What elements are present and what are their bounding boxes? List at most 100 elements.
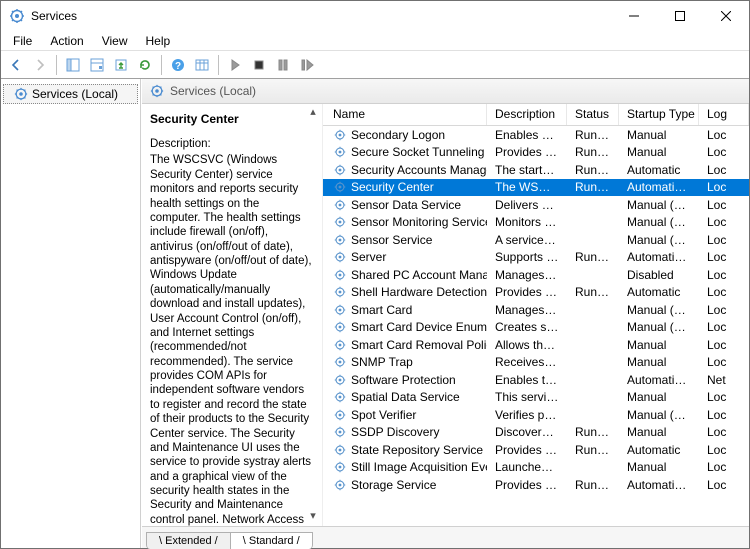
service-row[interactable]: Spot VerifierVerifies pote...Manual (Tri… [323,406,749,424]
service-row[interactable]: SSDP DiscoveryDiscovers n...RunningManua… [323,424,749,442]
gear-icon [333,285,347,299]
service-logon: Loc [699,443,749,457]
service-row[interactable]: State Repository ServiceProvides re...Ru… [323,441,749,459]
back-button[interactable] [5,54,27,76]
service-description: Enables the ... [487,373,567,387]
gear-icon [333,198,347,212]
view-columns-button[interactable] [191,54,213,76]
service-name: Software Protection [351,373,456,387]
service-row[interactable]: Secure Socket Tunneling Pr...Provides su… [323,144,749,162]
gear-icon [333,478,347,492]
service-row[interactable]: Shared PC Account ManagerManages pr...Di… [323,266,749,284]
service-startup: Disabled [619,268,699,282]
column-name[interactable]: Name [323,104,487,125]
service-row[interactable]: Smart CardManages ac...Manual (Trig...Lo… [323,301,749,319]
gear-icon [333,268,347,282]
service-startup: Automatic (... [619,373,699,387]
forward-button[interactable] [29,54,51,76]
service-description: Provides no... [487,285,567,299]
column-description[interactable]: Description [487,104,567,125]
gear-icon [333,250,347,264]
tab-extended[interactable]: \ Extended / [146,532,230,549]
show-hide-tree-button[interactable] [62,54,84,76]
service-name: Sensor Service [351,233,432,247]
service-name: Still Image Acquisition Events [351,460,487,474]
service-logon: Loc [699,180,749,194]
service-logon: Loc [699,128,749,142]
service-startup: Manual (Trig... [619,303,699,317]
scroll-down-icon[interactable]: ▾ [306,510,320,524]
service-description: The startup ... [487,163,567,177]
content: ▴ Security Center Description: The WSCSV… [142,104,749,526]
service-row[interactable]: Security CenterThe WSCSV...RunningAutoma… [323,179,749,197]
service-row[interactable]: Security Accounts ManagerThe startup ...… [323,161,749,179]
service-row[interactable]: Software Protection Enables the ... Automa… [323,371,749,389]
service-description: Provides re... [487,443,567,457]
service-status: Running [567,425,619,439]
toolbar-separator [161,55,162,75]
service-logon: Loc [699,478,749,492]
properties-button[interactable] [86,54,108,76]
service-row[interactable]: Smart Card Device Enumera...Creates soft… [323,319,749,337]
service-description: Supports fil... [487,250,567,264]
refresh-button[interactable] [134,54,156,76]
service-startup: Manual [619,425,699,439]
service-logon: Loc [699,215,749,229]
service-description: Receives tra... [487,355,567,369]
service-row[interactable]: ServerSupports fil...RunningAutomatic (T… [323,249,749,267]
service-description: Manages pr... [487,268,567,282]
service-row[interactable]: Still Image Acquisition EventsLaunches a… [323,459,749,477]
service-startup: Manual [619,460,699,474]
service-startup: Manual [619,390,699,404]
service-row[interactable]: Smart Card Removal PolicyAllows the s...… [323,336,749,354]
service-startup: Manual [619,355,699,369]
service-name: Spot Verifier [351,408,416,422]
service-row[interactable]: Spatial Data ServiceThis service ...Manu… [323,389,749,407]
service-row[interactable]: Secondary LogonEnables star...RunningMan… [323,126,749,144]
menu-file[interactable]: File [5,32,40,50]
service-name: Smart Card Removal Policy [351,338,487,352]
service-name: Shell Hardware Detection [351,285,487,299]
gear-icon [333,338,347,352]
pause-service-button[interactable] [272,54,294,76]
gear-icon [333,215,347,229]
column-startup[interactable]: Startup Type [619,104,699,125]
service-row[interactable]: SNMP TrapReceives tra...ManualLoc [323,354,749,372]
maximize-button[interactable] [657,1,703,31]
menu-view[interactable]: View [94,32,136,50]
gear-icon [333,233,347,247]
service-status: Running [567,285,619,299]
scroll-up-icon[interactable]: ▴ [306,106,320,120]
tree-pane[interactable]: Services (Local) [1,79,141,548]
tab-standard[interactable]: \ Standard / [230,532,313,549]
service-row[interactable]: Storage ServiceProvides en...RunningAuto… [323,476,749,494]
service-row[interactable]: Sensor Data ServiceDelivers dat...Manual… [323,196,749,214]
gear-icon [333,320,347,334]
service-description: Launches a... [487,460,567,474]
minimize-button[interactable] [611,1,657,31]
service-rows[interactable]: Secondary LogonEnables star...RunningMan… [323,126,749,526]
service-row[interactable]: Sensor Monitoring ServiceMonitors va...M… [323,214,749,232]
service-name: SSDP Discovery [351,425,439,439]
service-logon: Loc [699,408,749,422]
export-button[interactable] [110,54,132,76]
service-row[interactable]: Sensor ServiceA service fo...Manual (Tri… [323,231,749,249]
service-logon: Loc [699,303,749,317]
service-logon: Loc [699,198,749,212]
service-description: Creates soft... [487,320,567,334]
service-startup: Manual [619,128,699,142]
service-description: Enables star... [487,128,567,142]
close-button[interactable] [703,1,749,31]
menu-help[interactable]: Help [138,32,179,50]
tree-node-services-local[interactable]: Services (Local) [3,84,138,104]
menu-action[interactable]: Action [42,32,91,50]
help-button[interactable]: ? [167,54,189,76]
stop-service-button[interactable] [248,54,270,76]
toolbar: ? [1,51,749,79]
column-status[interactable]: Status [567,104,619,125]
restart-service-button[interactable] [296,54,318,76]
column-logon[interactable]: Log [699,104,749,125]
start-service-button[interactable] [224,54,246,76]
service-row[interactable]: Shell Hardware DetectionProvides no...Ru… [323,284,749,302]
service-name: Storage Service [351,478,436,492]
